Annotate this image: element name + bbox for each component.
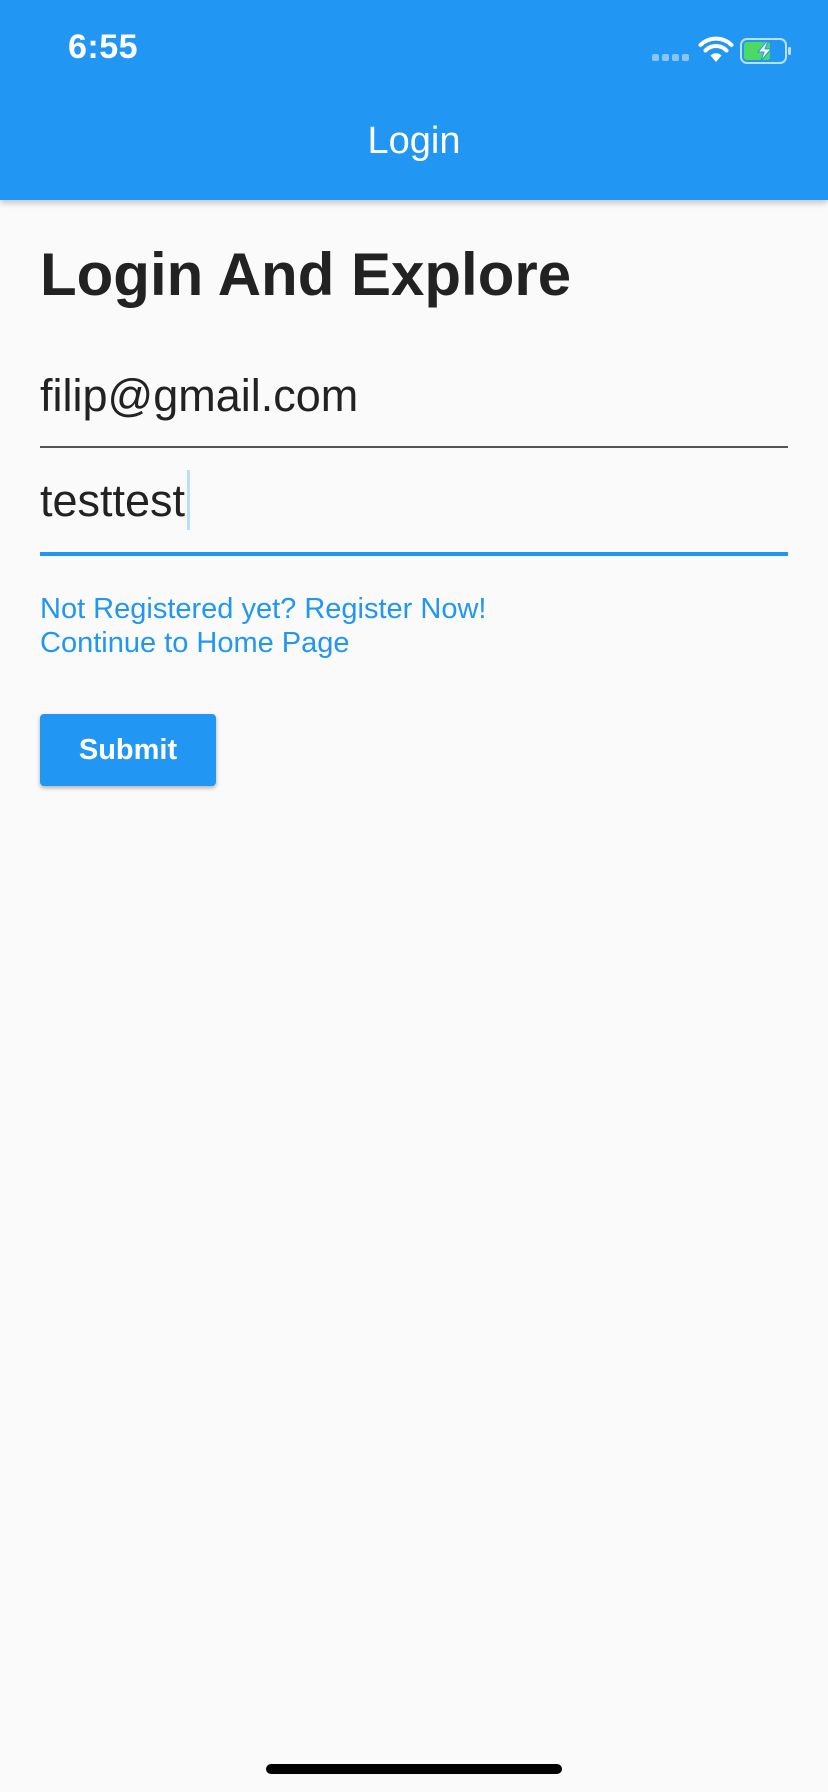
submit-button[interactable]: Submit: [40, 714, 216, 786]
battery-charging-icon: [740, 38, 791, 64]
password-field-value-wrap[interactable]: testtest: [40, 470, 191, 534]
app-bar-title: Login: [367, 120, 461, 162]
cellular-signal-icon: [652, 54, 690, 62]
password-field-value[interactable]: testtest: [40, 475, 185, 526]
continue-home-link[interactable]: Continue to Home Page: [40, 627, 350, 660]
email-field[interactable]: filip@gmail.com: [40, 360, 788, 450]
home-indicator[interactable]: [266, 1764, 562, 1774]
status-time: 6:55: [68, 28, 139, 66]
register-link[interactable]: Not Registered yet? Register Now!: [40, 593, 486, 626]
page-title: Login And Explore: [40, 241, 572, 308]
app-bar: 6:55 Login: [0, 0, 828, 200]
login-screen: 6:55 Login Login And Explore filip@gmail…: [0, 0, 828, 1792]
text-cursor: [187, 470, 191, 530]
password-field[interactable]: testtest: [40, 462, 788, 558]
email-field-value[interactable]: filip@gmail.com: [40, 370, 358, 422]
email-field-underline: [40, 446, 788, 448]
password-field-underline: [40, 552, 788, 556]
wifi-icon: [698, 36, 734, 62]
